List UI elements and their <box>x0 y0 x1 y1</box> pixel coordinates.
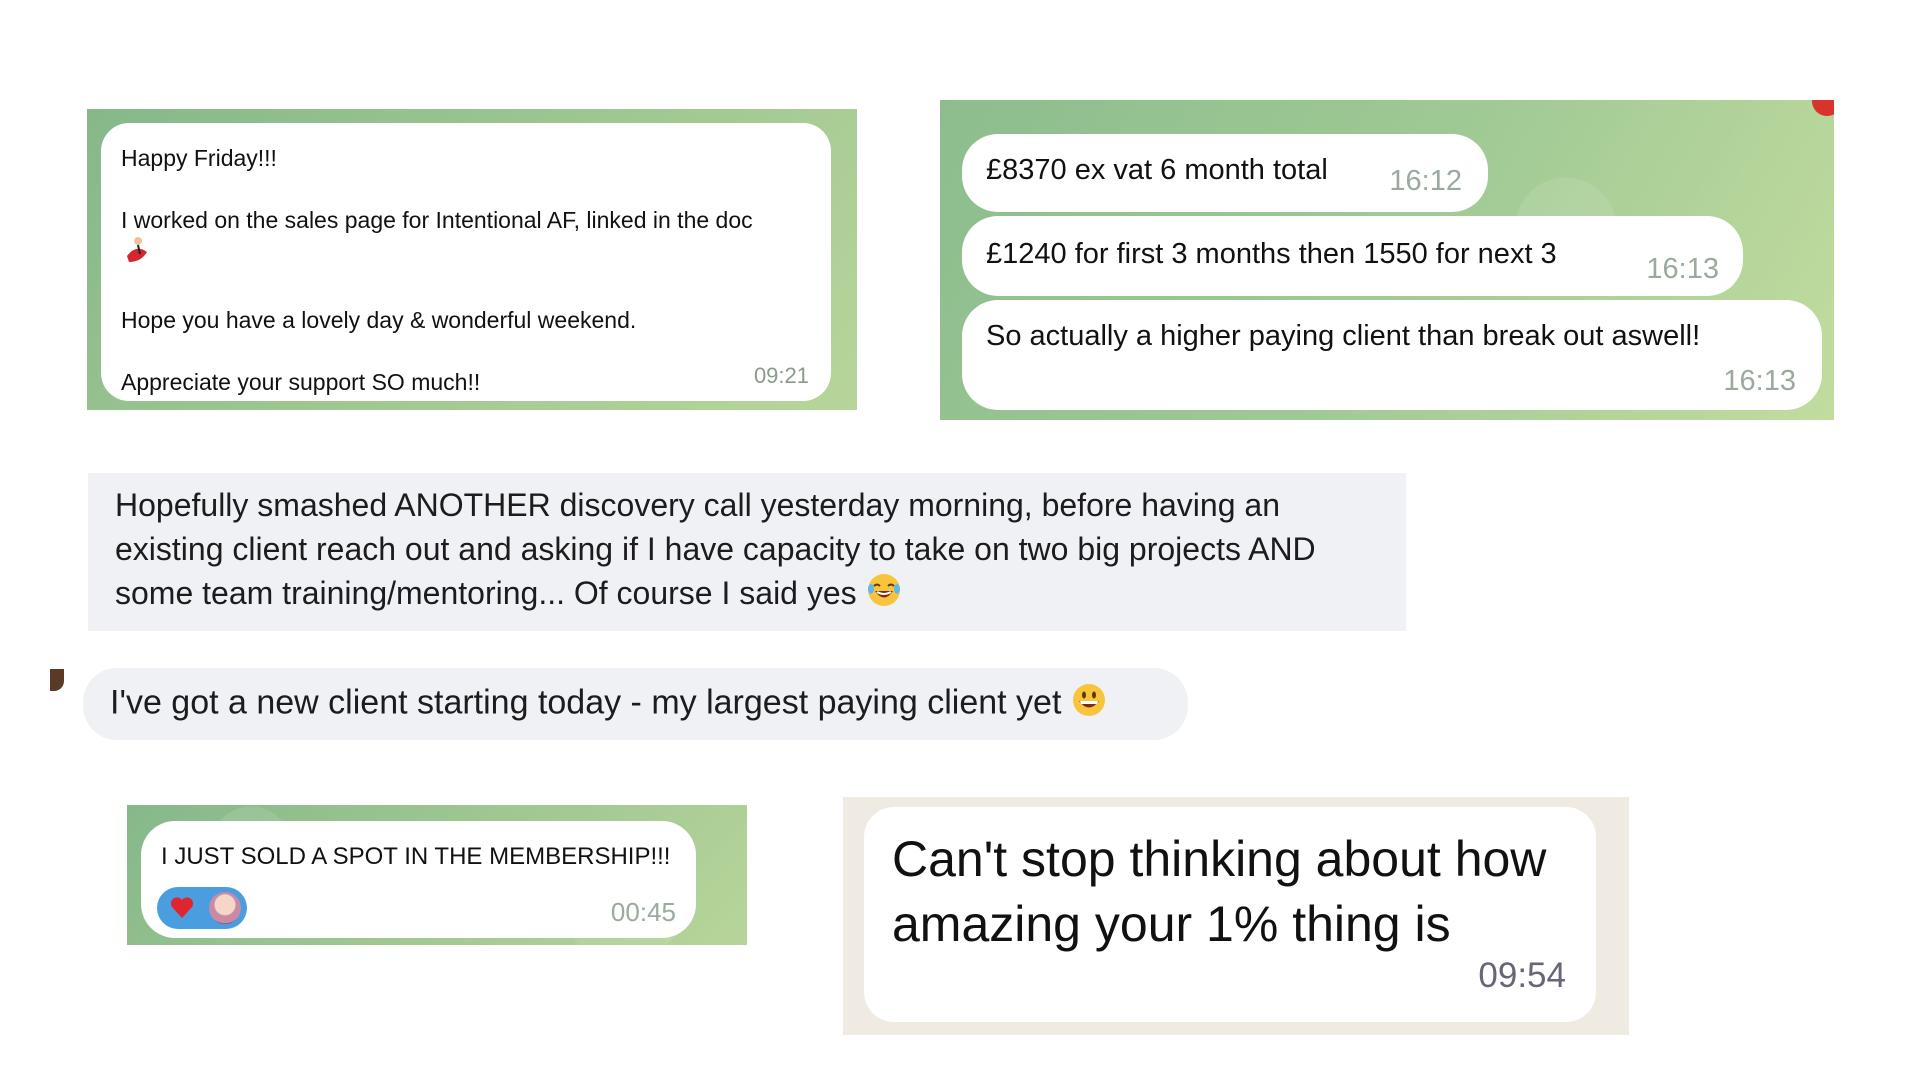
message-text: I JUST SOLD A SPOT IN THE MEMBERSHIP!!! <box>161 843 671 870</box>
message-bubble: £8370 ex vat 6 month total 16:12 <box>962 134 1488 212</box>
notification-dot <box>1812 100 1834 116</box>
message-bubble: Can't stop thinking about how amazing yo… <box>864 807 1596 1022</box>
message-time: 09:54 <box>1478 956 1566 995</box>
message-time: 16:13 <box>1723 365 1796 397</box>
message-text: Hopefully smashed ANOTHER discovery call… <box>115 487 1316 611</box>
message-time: 00:45 <box>610 897 676 927</box>
messenger-card-4: I've got a new client starting today - m… <box>83 668 1188 740</box>
laughing-tears-emoji <box>866 572 902 619</box>
reactor-avatar <box>207 890 243 926</box>
message-bubble: So actually a higher paying client than … <box>962 300 1822 410</box>
message-text: I've got a new client starting today - m… <box>110 683 1062 722</box>
message-line: Hope you have a lovely day & wonderful w… <box>121 307 637 333</box>
message-bubble: I JUST SOLD A SPOT IN THE MEMBERSHIP!!! … <box>141 821 696 938</box>
imessage-card-3: Hopefully smashed ANOTHER discovery call… <box>88 473 1406 631</box>
message-text-wrap: I've got a new client starting today - m… <box>110 682 1107 727</box>
message-time: 16:12 <box>1389 165 1462 197</box>
heart-icon <box>170 897 194 918</box>
message-text: Can't stop thinking about how amazing yo… <box>892 831 1547 952</box>
message-text: £8370 ex vat 6 month total <box>986 154 1328 186</box>
telegram-message-card-5: I JUST SOLD A SPOT IN THE MEMBERSHIP!!! … <box>127 805 747 945</box>
grinning-face-emoji <box>1071 682 1107 727</box>
dancer-emoji <box>121 236 151 266</box>
telegram-message-card-2: £8370 ex vat 6 month total 16:12 £1240 f… <box>940 100 1834 420</box>
message-text: £1240 for first 3 months then 1550 for n… <box>986 238 1557 270</box>
message-text-wrap: Hopefully smashed ANOTHER discovery call… <box>115 483 1386 619</box>
message-line: Happy Friday!!! <box>121 145 277 171</box>
message-time: 16:13 <box>1646 253 1719 285</box>
avatar <box>50 669 64 691</box>
message-bubble: £1240 for first 3 months then 1550 for n… <box>962 216 1743 296</box>
telegram-message-card-1: Happy Friday!!! I worked on the sales pa… <box>87 109 857 410</box>
message-bubble: Happy Friday!!! I worked on the sales pa… <box>101 123 831 401</box>
message-time: 09:21 <box>753 363 809 388</box>
message-line: I worked on the sales page for Intention… <box>121 207 753 233</box>
message-text: So actually a higher paying client than … <box>986 320 1701 352</box>
whatsapp-message-card-6: Can't stop thinking about how amazing yo… <box>843 797 1629 1035</box>
reaction-pill[interactable] <box>157 887 247 929</box>
message-line: Appreciate your support SO much!! <box>121 369 481 395</box>
